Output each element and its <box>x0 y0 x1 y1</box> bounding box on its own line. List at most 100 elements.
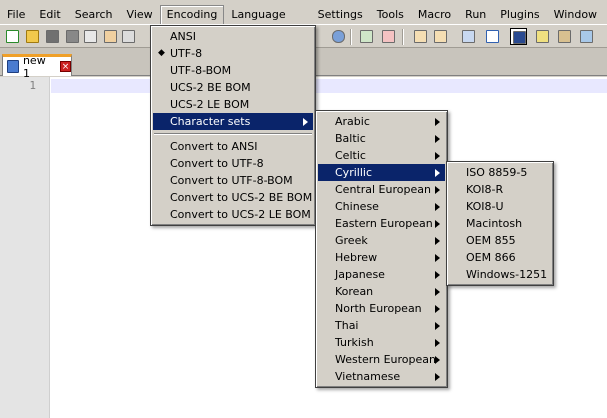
charset-celtic[interactable]: Celtic <box>318 147 445 164</box>
save-icon[interactable] <box>44 28 61 45</box>
menu-settings[interactable]: Settings <box>311 5 370 25</box>
menu-item-convert-ansi[interactable]: Convert to ANSI <box>153 138 313 155</box>
cyrillic-oem-855[interactable]: OEM 855 <box>449 232 551 249</box>
menu-item-ansi[interactable]: ANSI <box>153 28 313 45</box>
submenu-arrow-icon <box>435 288 440 296</box>
charset-eastern-european[interactable]: Eastern European <box>318 215 445 232</box>
zoom-icon[interactable] <box>330 28 347 45</box>
menu-item-utf8[interactable]: ◆ UTF-8 <box>153 45 313 62</box>
menu-item-label: North European <box>335 302 422 315</box>
menu-tools[interactable]: Tools <box>370 5 411 25</box>
menu-macro[interactable]: Macro <box>411 5 458 25</box>
menu-search[interactable]: Search <box>68 5 120 25</box>
charset-chinese[interactable]: Chinese <box>318 198 445 215</box>
menu-item-label: Celtic <box>335 149 366 162</box>
tab-label: new 1 <box>22 53 46 80</box>
indent-guide-icon[interactable] <box>510 28 527 45</box>
submenu-arrow-icon <box>435 339 440 347</box>
menu-item-label: Cyrillic <box>335 166 372 179</box>
close-all-icon[interactable] <box>102 28 119 45</box>
show-all-chars-icon[interactable] <box>484 28 501 45</box>
cyrillic-macintosh[interactable]: Macintosh <box>449 215 551 232</box>
charset-thai[interactable]: Thai <box>318 317 445 334</box>
cyrillic-windows-1251[interactable]: Windows-1251 <box>449 266 551 283</box>
user-language-icon[interactable] <box>534 28 551 45</box>
tab-new-1[interactable]: new 1 × <box>2 54 72 80</box>
menu-item-label: Greek <box>335 234 368 247</box>
menu-item-label: Vietnamese <box>335 370 401 383</box>
menu-item-label: Chinese <box>335 200 379 213</box>
open-file-icon[interactable] <box>24 28 41 45</box>
charset-central-european[interactable]: Central European <box>318 181 445 198</box>
zoom-out-icon[interactable] <box>380 28 397 45</box>
menu-edit[interactable]: Edit <box>32 5 67 25</box>
menu-encoding[interactable]: Encoding <box>159 4 225 26</box>
menu-item-label: Thai <box>335 319 359 332</box>
charset-north-european[interactable]: North European <box>318 300 445 317</box>
menu-item-label: Hebrew <box>335 251 378 264</box>
menu-item-convert-ucs2-le-bom[interactable]: Convert to UCS-2 LE BOM <box>153 206 313 223</box>
menu-item-convert-utf8[interactable]: Convert to UTF-8 <box>153 155 313 172</box>
submenu-arrow-icon <box>435 271 440 279</box>
tab-close-icon[interactable]: × <box>60 61 71 72</box>
charset-korean[interactable]: Korean <box>318 283 445 300</box>
charset-greek[interactable]: Greek <box>318 232 445 249</box>
menu-item-label: Korean <box>335 285 374 298</box>
menu-view[interactable]: View <box>120 5 160 25</box>
menu-bar: File Edit Search View Encoding Language … <box>0 4 607 26</box>
menu-item-label: Arabic <box>335 115 370 128</box>
cyrillic-koi8-r[interactable]: KOI8-R <box>449 181 551 198</box>
menu-item-ucs2-be-bom[interactable]: UCS-2 BE BOM <box>153 79 313 96</box>
menu-item-label: Western European <box>335 353 437 366</box>
checkmark-icon: ◆ <box>158 48 165 58</box>
close-icon[interactable] <box>82 28 99 45</box>
current-line-highlight <box>51 79 607 93</box>
charset-japanese[interactable]: Japanese <box>318 266 445 283</box>
print-icon[interactable] <box>120 28 137 45</box>
submenu-arrow-icon <box>435 186 440 194</box>
submenu-arrow-icon <box>435 118 440 126</box>
charset-hebrew[interactable]: Hebrew <box>318 249 445 266</box>
charset-cyrillic[interactable]: Cyrillic <box>318 164 445 181</box>
submenu-arrow-icon <box>435 220 440 228</box>
menu-file[interactable]: File <box>0 5 32 25</box>
character-sets-menu: Arabic Baltic Celtic Cyrillic Central Eu… <box>315 110 448 388</box>
folder-workspace-icon[interactable] <box>578 28 595 45</box>
menu-divider <box>154 133 312 135</box>
zoom-in-icon[interactable] <box>358 28 375 45</box>
menu-item-ucs2-le-bom[interactable]: UCS-2 LE BOM <box>153 96 313 113</box>
charset-turkish[interactable]: Turkish <box>318 334 445 351</box>
word-wrap-icon[interactable] <box>460 28 477 45</box>
menu-plugins[interactable]: Plugins <box>493 5 546 25</box>
menu-item-character-sets[interactable]: Character sets <box>153 113 313 130</box>
menu-item-convert-ucs2-be-bom[interactable]: Convert to UCS-2 BE BOM <box>153 189 313 206</box>
charset-arabic[interactable]: Arabic <box>318 113 445 130</box>
menu-window[interactable]: Window <box>547 5 604 25</box>
charset-baltic[interactable]: Baltic <box>318 130 445 147</box>
toolbar-separator <box>350 29 352 45</box>
submenu-arrow-icon <box>435 237 440 245</box>
menu-language[interactable]: Language <box>224 5 292 25</box>
sync-horizontal-icon[interactable] <box>432 28 449 45</box>
submenu-arrow-icon <box>435 373 440 381</box>
submenu-arrow-icon <box>435 356 440 364</box>
menu-item-convert-utf8-bom[interactable]: Convert to UTF-8-BOM <box>153 172 313 189</box>
menu-item-utf8-bom[interactable]: UTF-8-BOM <box>153 62 313 79</box>
new-file-icon[interactable] <box>4 28 21 45</box>
menu-run[interactable]: Run <box>458 5 493 25</box>
charset-vietnamese[interactable]: Vietnamese <box>318 368 445 385</box>
submenu-arrow-icon <box>435 322 440 330</box>
submenu-arrow-icon <box>435 152 440 160</box>
cyrillic-oem-866[interactable]: OEM 866 <box>449 249 551 266</box>
function-list-icon[interactable] <box>556 28 573 45</box>
line-number: 1 <box>29 79 36 92</box>
encoding-menu: ANSI ◆ UTF-8 UTF-8-BOM UCS-2 BE BOM UCS-… <box>150 25 316 226</box>
save-all-icon[interactable] <box>64 28 81 45</box>
cyrillic-koi8-u[interactable]: KOI8-U <box>449 198 551 215</box>
document-icon <box>7 60 19 73</box>
submenu-arrow-icon <box>435 135 440 143</box>
cyrillic-iso-8859-5[interactable]: ISO 8859-5 <box>449 164 551 181</box>
sync-vertical-icon[interactable] <box>412 28 429 45</box>
menu-item-label: Japanese <box>335 268 385 281</box>
charset-western-european[interactable]: Western European <box>318 351 445 368</box>
